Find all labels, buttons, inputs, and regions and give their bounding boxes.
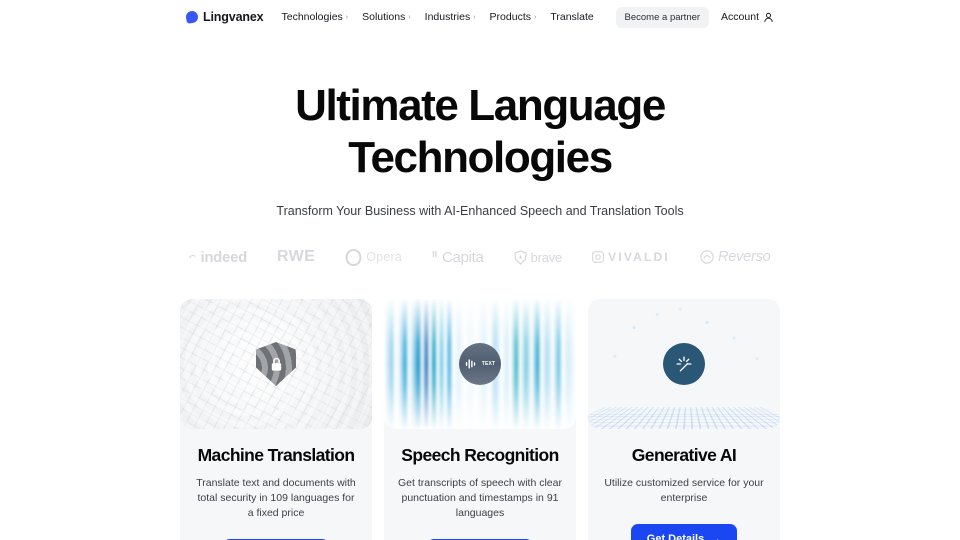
logo-label: indeed bbox=[200, 248, 247, 266]
lingvanex-droplet-icon bbox=[185, 10, 199, 24]
logo-label: VIVALDI bbox=[608, 250, 670, 264]
user-icon bbox=[764, 12, 773, 22]
vivaldi-mark-icon bbox=[592, 251, 604, 263]
chevron-right-icon: › bbox=[345, 13, 349, 21]
get-details-label: Get Details bbox=[646, 533, 705, 540]
opera-mark-icon bbox=[345, 248, 362, 266]
card-body: Speech Recognition Get transcripts of sp… bbox=[384, 429, 576, 540]
nav-item-translate[interactable]: Translate bbox=[550, 11, 593, 23]
card-title: Machine Translation bbox=[197, 445, 355, 465]
capita-logo: Capita bbox=[432, 249, 484, 266]
card-cta-wrapper: Get Details → bbox=[602, 524, 766, 540]
icon-halo bbox=[443, 327, 517, 401]
nav-item-label: Products bbox=[489, 11, 531, 23]
padlock-icon bbox=[271, 357, 281, 371]
top-navigation-bar: Lingvanex Technologies › Solutions › Ind… bbox=[0, 0, 960, 34]
hero-subtitle: Transform Your Business with AI-Enhanced… bbox=[276, 204, 684, 218]
shield-shape bbox=[256, 342, 296, 386]
card-description: Get transcripts of speech with clear pun… bbox=[398, 477, 562, 519]
shield-lock-icon bbox=[255, 342, 297, 386]
brave-logo: brave bbox=[513, 249, 563, 265]
card-title: Speech Recognition bbox=[401, 445, 559, 465]
card-media-generative-ai bbox=[588, 299, 780, 429]
brand-name: Lingvanex bbox=[203, 10, 264, 24]
nav-item-industries[interactable]: Industries › bbox=[425, 11, 476, 23]
chevron-right-icon: › bbox=[473, 13, 476, 21]
feature-card-generative-ai[interactable]: Generative AI Utilize customized service… bbox=[588, 299, 780, 540]
chevron-right-icon: › bbox=[408, 13, 411, 21]
logo-label: Capita bbox=[442, 248, 484, 266]
vivaldi-logo: VIVALDI bbox=[592, 250, 670, 264]
icon-circle-background bbox=[663, 343, 705, 385]
nav-item-products[interactable]: Products › bbox=[490, 11, 537, 23]
feature-card-speech-recognition[interactable]: TEXT Speech Recognition Get transcripts … bbox=[384, 299, 576, 540]
card-body: Generative AI Utilize customized service… bbox=[588, 429, 780, 540]
feature-card-machine-translation[interactable]: Machine Translation Translate text and d… bbox=[180, 299, 372, 540]
partner-logo-strip: indeed RWE Opera Capita brave VIVALDI Re… bbox=[0, 248, 960, 266]
nav-item-label: Industries bbox=[424, 11, 471, 23]
spark-burst-icon bbox=[663, 343, 705, 385]
rwe-logo: RWE bbox=[277, 248, 315, 266]
logo-label: brave bbox=[530, 249, 563, 265]
waveform-to-text-icon: TEXT bbox=[459, 343, 501, 385]
card-media-speech-recognition: TEXT bbox=[384, 299, 576, 429]
logo-label: Opera bbox=[366, 250, 402, 264]
nav-item-solutions[interactable]: Solutions › bbox=[362, 11, 411, 23]
waveform-icon bbox=[465, 359, 475, 369]
capita-mark-icon bbox=[432, 251, 437, 257]
hero-section: Ultimate Language Technologies Transform… bbox=[0, 34, 960, 266]
indeed-logo: indeed bbox=[189, 249, 247, 266]
nav-item-technologies[interactable]: Technologies › bbox=[281, 11, 348, 23]
brand-logo[interactable]: Lingvanex bbox=[185, 10, 264, 24]
primary-nav-links: Technologies › Solutions › Industries › … bbox=[281, 11, 593, 23]
burst-icon bbox=[676, 356, 692, 372]
brave-shield-icon bbox=[513, 249, 527, 265]
nav-item-label: Solutions bbox=[362, 11, 406, 23]
account-button[interactable]: Account bbox=[721, 11, 774, 23]
opera-logo: Opera bbox=[345, 248, 402, 266]
card-media-machine-translation bbox=[180, 299, 372, 429]
feature-cards-row: Machine Translation Translate text and d… bbox=[0, 299, 960, 540]
icon-circle-background: TEXT bbox=[459, 343, 501, 385]
account-label: Account bbox=[721, 11, 759, 23]
chevron-right-icon: › bbox=[533, 13, 537, 21]
card-description: Utilize customized service for your ente… bbox=[604, 477, 764, 504]
card-title: Generative AI bbox=[631, 445, 737, 465]
digital-grid-floor bbox=[588, 407, 780, 429]
indeed-dot-icon bbox=[189, 254, 197, 258]
logo-label: RWE bbox=[277, 248, 316, 265]
nav-right-actions: Become a partner Account bbox=[615, 6, 774, 28]
page-title: Ultimate Language Technologies bbox=[295, 81, 666, 182]
nav-item-label: Technologies bbox=[281, 11, 343, 23]
card-body: Machine Translation Translate text and d… bbox=[180, 429, 372, 540]
become-a-partner-button[interactable]: Become a partner bbox=[615, 6, 710, 28]
arrow-right-icon: → bbox=[710, 532, 722, 540]
reverso-logo: Reverso bbox=[700, 249, 771, 265]
card-description: Translate text and documents with total … bbox=[196, 477, 356, 519]
logo-label: Reverso bbox=[717, 249, 771, 265]
icon-text-label: TEXT bbox=[481, 361, 496, 367]
nav-item-label: Translate bbox=[550, 11, 594, 23]
get-details-button[interactable]: Get Details → bbox=[630, 524, 738, 540]
reverso-mark-icon bbox=[700, 250, 714, 264]
